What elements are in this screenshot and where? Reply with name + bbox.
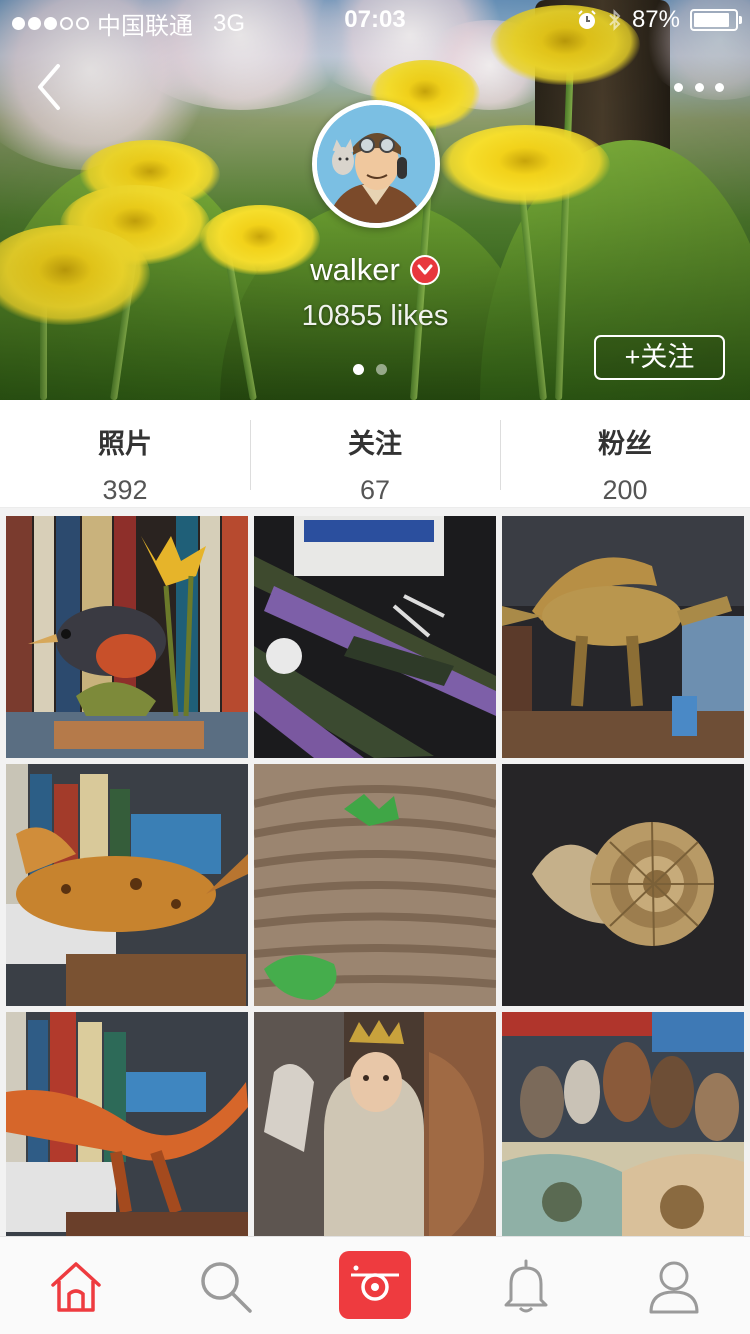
home-icon [51, 1262, 101, 1312]
pilot-cartoon-avatar [317, 105, 435, 223]
chestnut-cake-photo [254, 764, 496, 1006]
battery-icon [690, 9, 742, 31]
more-dot-icon [715, 82, 724, 92]
verified-badge-icon [409, 255, 440, 285]
likes-count: 10855 likes [301, 300, 449, 332]
ammonite-fossil-photo [502, 764, 744, 1006]
photo-thumbnail[interactable] [254, 1012, 496, 1254]
photo-thumbnail[interactable] [502, 1012, 744, 1254]
stat-value: 392 [102, 475, 148, 505]
avatar[interactable] [312, 100, 440, 228]
sabertooth-figure-photo [6, 764, 248, 1006]
stat-label: 关注 [348, 429, 402, 459]
stat-label: 照片 [98, 429, 152, 459]
status-bar: 中国联通 3G 07:03 87% [0, 0, 750, 40]
photo-thumbnail[interactable] [6, 1012, 248, 1254]
more-dot-icon [694, 82, 704, 92]
bell-icon [504, 1259, 548, 1313]
camera-icon [351, 1265, 399, 1301]
dinosaur-figure-photo [6, 1012, 248, 1254]
alarm-icon [578, 10, 596, 29]
chevron-left-icon [38, 64, 60, 110]
stat-label: 粉丝 [598, 429, 652, 459]
photo-grid [0, 508, 750, 1254]
tab-profile[interactable] [644, 1257, 704, 1317]
stat-value: 200 [602, 475, 648, 505]
monster-figures-photo [502, 1012, 744, 1254]
model-biplane-photo [254, 516, 496, 758]
bird-figurine-photo [6, 516, 248, 758]
tab-search[interactable] [196, 1257, 256, 1317]
photo-thumbnail[interactable] [254, 516, 496, 758]
back-button[interactable] [30, 60, 70, 114]
stat-value: 67 [359, 475, 391, 505]
photo-thumbnail[interactable] [502, 516, 744, 758]
more-dot-icon [674, 82, 683, 92]
battery-percent: 87% [631, 6, 680, 33]
stat-following[interactable]: 关注 67 [250, 400, 500, 507]
tab-camera[interactable] [339, 1251, 411, 1319]
stat-photos[interactable]: 照片 392 [0, 400, 250, 507]
header-page-indicator [353, 364, 387, 375]
photo-thumbnail[interactable] [502, 764, 744, 1006]
dinosaur-figure-photo [502, 516, 744, 758]
stat-followers[interactable]: 粉丝 200 [500, 400, 750, 507]
boy-figurine-photo [254, 1012, 496, 1254]
page-dot-icon [376, 364, 387, 375]
profile-stats: 照片 392 关注 67 粉丝 200 [0, 400, 750, 508]
username: walker [310, 252, 400, 287]
more-options-button[interactable] [674, 72, 724, 102]
user-icon [649, 1261, 699, 1314]
bluetooth-icon [609, 9, 621, 31]
page-dot-icon [353, 364, 364, 375]
tab-home[interactable] [46, 1257, 106, 1317]
search-icon [201, 1262, 252, 1313]
bottom-tab-bar [0, 1236, 750, 1334]
follow-button[interactable]: +关注 [594, 335, 725, 380]
photo-thumbnail[interactable] [254, 764, 496, 1006]
profile-header: 中国联通 3G 07:03 87% walker 10855 likes +关注 [0, 0, 750, 400]
tab-notifications[interactable] [496, 1257, 556, 1317]
photo-thumbnail[interactable] [6, 764, 248, 1006]
photo-thumbnail[interactable] [6, 516, 248, 758]
